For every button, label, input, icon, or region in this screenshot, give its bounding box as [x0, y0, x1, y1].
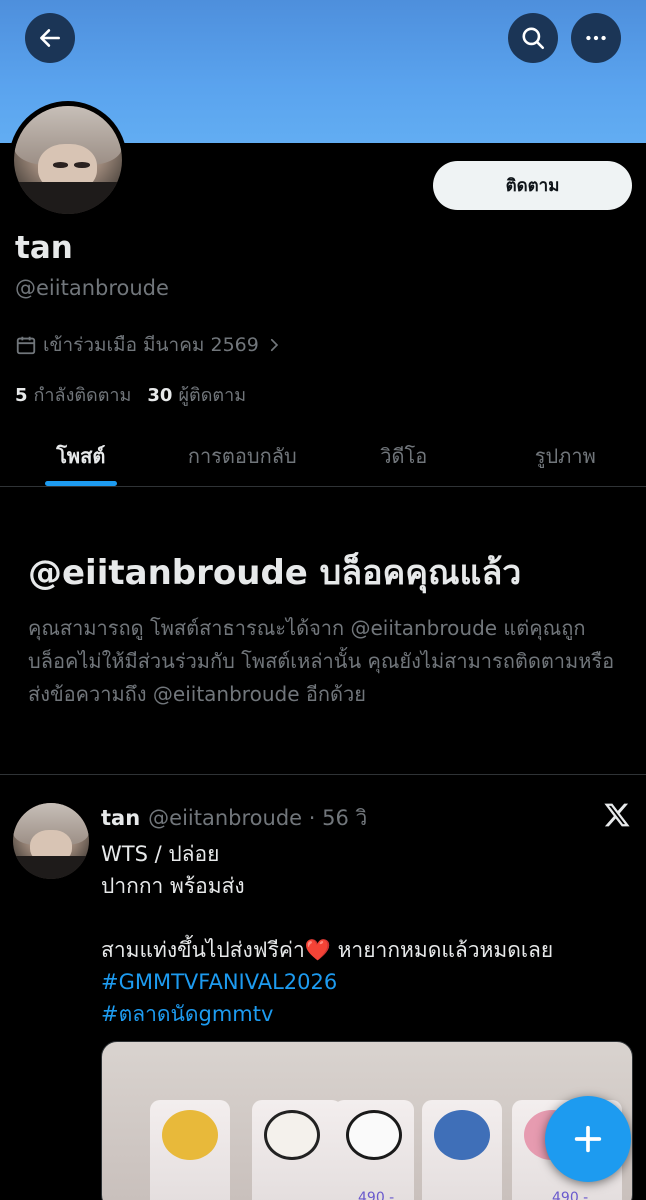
tab-photos[interactable]: รูปภาพ: [485, 425, 646, 486]
followers-count: 30: [147, 385, 173, 406]
arrow-left-icon: [40, 29, 60, 47]
search-button[interactable]: [508, 13, 558, 63]
tab-videos[interactable]: วิดีโอ: [323, 425, 485, 486]
back-button[interactable]: [25, 13, 75, 63]
profile-tabs: โพสต์ การตอบกลับ วิดีโอ รูปภาพ: [0, 425, 646, 487]
heart-emoji: ❤️: [304, 938, 331, 962]
search-icon: [522, 27, 545, 50]
plus-icon: [574, 1125, 602, 1153]
divider: [0, 774, 646, 775]
follow-counts: 5 กำลังติดตาม 30 ผู้ติดตาม: [15, 380, 246, 409]
more-horizontal-icon: [586, 35, 606, 41]
joined-date: เข้าร่วมเมือ มีนาคม 2569: [15, 330, 283, 360]
following-link[interactable]: 5 กำลังติดตาม: [15, 380, 131, 409]
post-line: สามแท่งขึ้นไปส่งฟรีค่า❤️ หายากหมดแล้วหมด…: [101, 938, 554, 962]
tab-label: วิดีโอ: [380, 443, 428, 468]
display-name: tan: [15, 230, 73, 266]
joined-text: เข้าร่วมเมือ มีนาคม 2569: [43, 334, 259, 356]
price-label: 490.-: [552, 1190, 589, 1200]
chevron-right-icon[interactable]: [265, 336, 283, 354]
blocked-description: คุณสามารถดู โพสต์สาธารณะได้จาก @eiitanbr…: [28, 616, 615, 706]
avatar-image: [14, 106, 122, 214]
x-logo-icon: [604, 803, 630, 827]
followers-label: ผู้ติดตาม: [178, 385, 247, 406]
price-label: 490.-: [358, 1190, 395, 1200]
post-meta: @eiitanbroude · 56 วิ: [148, 806, 368, 830]
hashtag-link[interactable]: #ตลาดนัดgmmtv: [101, 998, 636, 1030]
post-line: ปากกา พร้อมส่ง: [101, 874, 245, 898]
tab-label: การตอบกลับ: [187, 443, 297, 468]
following-label: กำลังติดตาม: [33, 385, 132, 406]
hashtag-link[interactable]: #GMMTVFANIVAL2026: [101, 966, 636, 998]
tab-label: รูปภาพ: [534, 443, 596, 468]
post-header: tan @eiitanbroude · 56 วิ: [101, 802, 367, 835]
tab-posts[interactable]: โพสต์: [0, 425, 162, 486]
profile-handle: @eiitanbroude: [15, 276, 169, 300]
follow-button[interactable]: ติดตาม: [433, 161, 632, 210]
more-button[interactable]: [571, 13, 621, 63]
following-count: 5: [15, 385, 28, 406]
post-avatar[interactable]: [13, 803, 89, 879]
compose-button[interactable]: [545, 1096, 631, 1182]
active-tab-indicator: [44, 481, 117, 486]
followers-link[interactable]: 30 ผู้ติดตาม: [147, 380, 246, 409]
tab-label: โพสต์: [56, 443, 106, 468]
post-text: WTS / ปล่อย ปากกา พร้อมส่ง สามแท่งขึ้นไป…: [101, 838, 636, 1030]
post-author-name[interactable]: tan: [101, 806, 140, 830]
post-line: WTS / ปล่อย: [101, 842, 220, 866]
blocked-title: @eiitanbroude บล็อคคุณแล้ว: [28, 553, 522, 593]
tab-replies[interactable]: การตอบกลับ: [162, 425, 324, 486]
profile-avatar[interactable]: [9, 101, 127, 219]
calendar-icon: [16, 336, 36, 355]
